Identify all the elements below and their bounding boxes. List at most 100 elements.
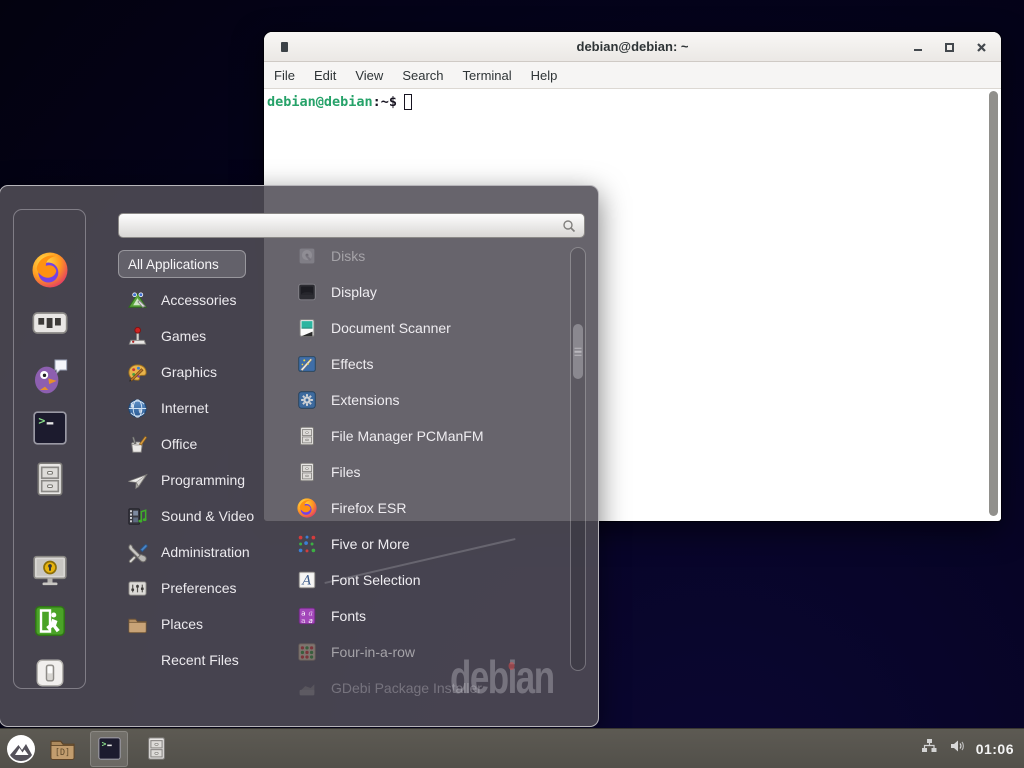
- category-graphics[interactable]: Graphics: [118, 354, 286, 390]
- shell-prompt: debian@debian:~$: [267, 94, 412, 110]
- search-input[interactable]: [119, 214, 561, 237]
- prompt-user-host: debian@debian: [267, 94, 373, 110]
- window-title: debian@debian: ~: [264, 39, 1001, 54]
- menu-help[interactable]: Help: [531, 68, 558, 83]
- lock-screen-button[interactable]: [30, 550, 70, 595]
- scrollbar-grip-icon: [575, 347, 582, 356]
- fonts-icon: [295, 605, 318, 628]
- search-icon: [561, 218, 577, 234]
- menu-file[interactable]: File: [274, 68, 295, 83]
- category-recent-files[interactable]: Recent Files: [118, 642, 286, 678]
- file-manager-launcher[interactable]: [42, 729, 82, 768]
- settings-icon: [30, 303, 70, 343]
- file-cabinet-icon: [143, 735, 170, 762]
- search-box: [118, 213, 585, 238]
- app-file-manager-pcmanfm[interactable]: File Manager PCManFM: [285, 418, 567, 454]
- extensions-icon: [295, 389, 318, 412]
- terminal-scrollbar[interactable]: [988, 91, 999, 516]
- category-administration[interactable]: Administration: [118, 534, 286, 570]
- category-games[interactable]: Games: [118, 318, 286, 354]
- debian-watermark: debian: [450, 650, 554, 704]
- accessories-icon: [125, 288, 149, 312]
- window-icon: [281, 42, 288, 52]
- files-launcher[interactable]: [136, 729, 176, 768]
- lock-screen-icon: [30, 550, 70, 590]
- internet-icon: [125, 396, 149, 420]
- disks-icon: [295, 245, 318, 268]
- gdebi-icon: [295, 677, 318, 700]
- category-accessories[interactable]: Accessories: [118, 282, 286, 318]
- close-icon: [976, 42, 987, 53]
- folder-icon: [48, 734, 77, 763]
- menu-terminal[interactable]: Terminal: [463, 68, 512, 83]
- category-sound-video[interactable]: Sound & Video: [118, 498, 286, 534]
- prompt-path: :~$: [373, 94, 397, 110]
- terminal-cursor: [404, 94, 412, 110]
- firefox-icon: [295, 497, 318, 520]
- menu-view[interactable]: View: [355, 68, 383, 83]
- close-button[interactable]: [976, 42, 987, 53]
- application-list: Disks Display Document Scanner Effects E…: [285, 238, 567, 706]
- category-programming[interactable]: Programming: [118, 462, 286, 498]
- volume-tray-icon[interactable]: [948, 737, 966, 760]
- favorite-firefox-button[interactable]: [30, 250, 70, 295]
- document-scanner-icon: [295, 317, 318, 340]
- shut-down-button[interactable]: [33, 656, 67, 695]
- terminal-icon: [96, 735, 123, 762]
- app-fonts[interactable]: Fonts: [285, 598, 567, 634]
- places-icon: [125, 612, 149, 636]
- log-out-button[interactable]: [32, 603, 68, 644]
- file-cabinet-icon: [295, 461, 318, 484]
- network-tray-icon[interactable]: [920, 737, 938, 760]
- favorite-pidgin-button[interactable]: [30, 355, 70, 400]
- maximize-button[interactable]: [944, 42, 955, 53]
- favorite-settings-button[interactable]: [30, 303, 70, 348]
- menu-button[interactable]: [0, 729, 42, 768]
- app-effects[interactable]: Effects: [285, 346, 567, 382]
- four-in-a-row-icon: [295, 641, 318, 664]
- preferences-icon: [125, 576, 149, 600]
- app-document-scanner[interactable]: Document Scanner: [285, 310, 567, 346]
- five-or-more-icon: [295, 533, 318, 556]
- display-icon: [295, 281, 318, 304]
- terminal-titlebar[interactable]: debian@debian: ~: [264, 32, 1001, 62]
- effects-icon: [295, 353, 318, 376]
- menu-search[interactable]: Search: [402, 68, 443, 83]
- office-icon: [125, 432, 149, 456]
- menu-scrollbar[interactable]: [570, 247, 586, 671]
- category-office[interactable]: Office: [118, 426, 286, 462]
- administration-icon: [125, 540, 149, 564]
- category-places[interactable]: Places: [118, 606, 286, 642]
- category-all-applications[interactable]: All Applications: [118, 246, 286, 282]
- clock[interactable]: 01:06: [976, 741, 1014, 757]
- terminal-icon: [30, 408, 70, 448]
- app-font-selection[interactable]: Font Selection: [285, 562, 567, 598]
- pidgin-icon: [30, 355, 70, 395]
- debian-swirl-dot: [509, 662, 515, 670]
- terminal-scrollbar-thumb[interactable]: [989, 91, 998, 516]
- category-list: All Applications Accessories Games Graph…: [118, 246, 286, 678]
- app-display[interactable]: Display: [285, 274, 567, 310]
- menu-edit[interactable]: Edit: [314, 68, 336, 83]
- app-extensions[interactable]: Extensions: [285, 382, 567, 418]
- font-selection-icon: [295, 569, 318, 592]
- games-icon: [125, 324, 149, 348]
- terminal-task-button[interactable]: [90, 731, 128, 767]
- graphics-icon: [125, 360, 149, 384]
- favorite-files-button[interactable]: [30, 459, 70, 504]
- menu-logo-icon: [6, 734, 36, 764]
- menu-scrollbar-thumb[interactable]: [573, 324, 583, 379]
- programming-icon: [125, 468, 149, 492]
- app-firefox-esr[interactable]: Firefox ESR: [285, 490, 567, 526]
- favorite-terminal-button[interactable]: [30, 408, 70, 453]
- firefox-icon: [30, 250, 70, 290]
- app-disks[interactable]: Disks: [285, 238, 567, 274]
- minimize-button[interactable]: [912, 42, 923, 53]
- log-out-icon: [32, 603, 68, 639]
- shut-down-icon: [33, 656, 67, 690]
- category-internet[interactable]: Internet: [118, 390, 286, 426]
- terminal-menubar: File Edit View Search Terminal Help: [264, 62, 1001, 89]
- app-files[interactable]: Files: [285, 454, 567, 490]
- app-five-or-more[interactable]: Five or More: [285, 526, 567, 562]
- category-preferences[interactable]: Preferences: [118, 570, 286, 606]
